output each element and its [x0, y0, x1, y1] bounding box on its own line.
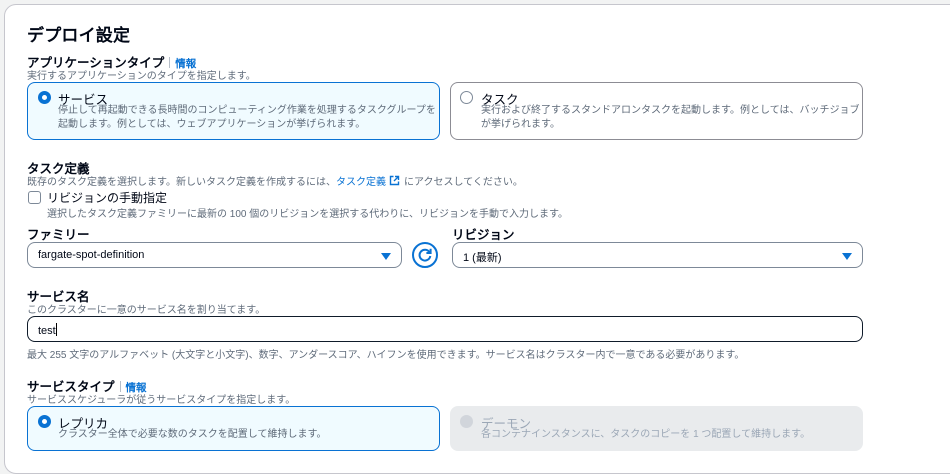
application-type-description: 実行するアプリケーションのタイプを指定します。 — [27, 71, 256, 82]
service-type-replica-tile[interactable]: レプリカ クラスター全体で必要な数のタスクを配置して維持します。 — [27, 406, 440, 451]
task-desc-line2: が挙げられます。 — [481, 119, 560, 130]
manual-revision-checkbox[interactable] — [28, 191, 41, 204]
task-definition-link[interactable]: タスク定義 — [336, 177, 386, 188]
service-desc-line1: 停止して再起動できる長時間のコンピューティング作業を処理するタスクグループを — [58, 105, 436, 116]
service-name-value: test — [38, 323, 57, 337]
revision-select[interactable]: 1 (最新) — [452, 242, 863, 268]
service-desc-line2: 起動します。例としては、ウェブアプリケーションが挙げられます。 — [58, 119, 366, 130]
task-radio[interactable] — [460, 91, 473, 104]
refresh-icon — [418, 248, 432, 262]
deploy-settings-panel: デプロイ設定 アプリケーションタイプ 情報 実行するアプリケーションのタイプを指定… — [4, 4, 950, 474]
caret-down-icon — [381, 253, 391, 260]
section-title: デプロイ設定 — [27, 26, 131, 45]
manual-revision-description: 選択したタスク定義ファミリーに最新の 100 個のリビジョンを選択する代わりに、… — [47, 209, 568, 220]
task-definition-description: 既存のタスク定義を選択します。新しいタスク定義を作成するには、タスク定義 にアクセ… — [27, 173, 523, 188]
refresh-button[interactable] — [412, 242, 438, 268]
service-name-text: test — [38, 325, 56, 337]
revision-select-value: 1 (最新) — [463, 252, 502, 264]
manual-revision-label[interactable]: リビジョンの手動指定 — [47, 189, 167, 206]
family-select-value: fargate-spot-definition — [38, 249, 145, 261]
service-name-description: このクラスターに一意のサービス名を割り当てます。 — [27, 305, 266, 316]
service-type-daemon-tile: デーモン 各コンテナインスタンスに、タスクのコピーを 1 つ配置して維持します。 — [450, 406, 863, 451]
service-name-input[interactable]: test — [27, 316, 863, 342]
service-type-description: サービススケジューラが従うサービスタイプを指定します。 — [27, 395, 296, 406]
service-radio[interactable] — [38, 91, 51, 104]
daemon-desc: 各コンテナインスタンスに、タスクのコピーを 1 つ配置して維持します。 — [481, 429, 811, 440]
service-name-constraint: 最大 255 文字のアルファベット (大文字と小文字)、数字、アンダースコア、ハ… — [27, 350, 745, 361]
family-label: ファミリー — [27, 228, 90, 242]
revision-label: リビジョン — [452, 228, 515, 242]
daemon-radio — [460, 415, 473, 428]
task-definition-desc-suffix: にアクセスしてください。 — [404, 177, 523, 188]
task-definition-desc-prefix: 既存のタスク定義を選択します。新しいタスク定義を作成するには、 — [27, 177, 336, 188]
family-select[interactable]: fargate-spot-definition — [27, 242, 402, 268]
app-type-task-tile[interactable]: タスク 実行および終了するスタンドアロンタスクを起動します。例としては、バッチジ… — [450, 82, 863, 140]
replica-desc: クラスター全体で必要な数のタスクを配置して維持します。 — [58, 429, 327, 440]
text-cursor — [55, 323, 57, 336]
external-link-icon[interactable] — [389, 175, 400, 186]
caret-down-icon — [842, 253, 852, 260]
task-desc-line1: 実行および終了するスタンドアロンタスクを起動します。例としては、バッチジョブ — [481, 105, 860, 116]
app-type-service-tile[interactable]: サービス 停止して再起動できる長時間のコンピューティング作業を処理するタスクグル… — [27, 82, 440, 140]
replica-radio[interactable] — [38, 415, 51, 428]
